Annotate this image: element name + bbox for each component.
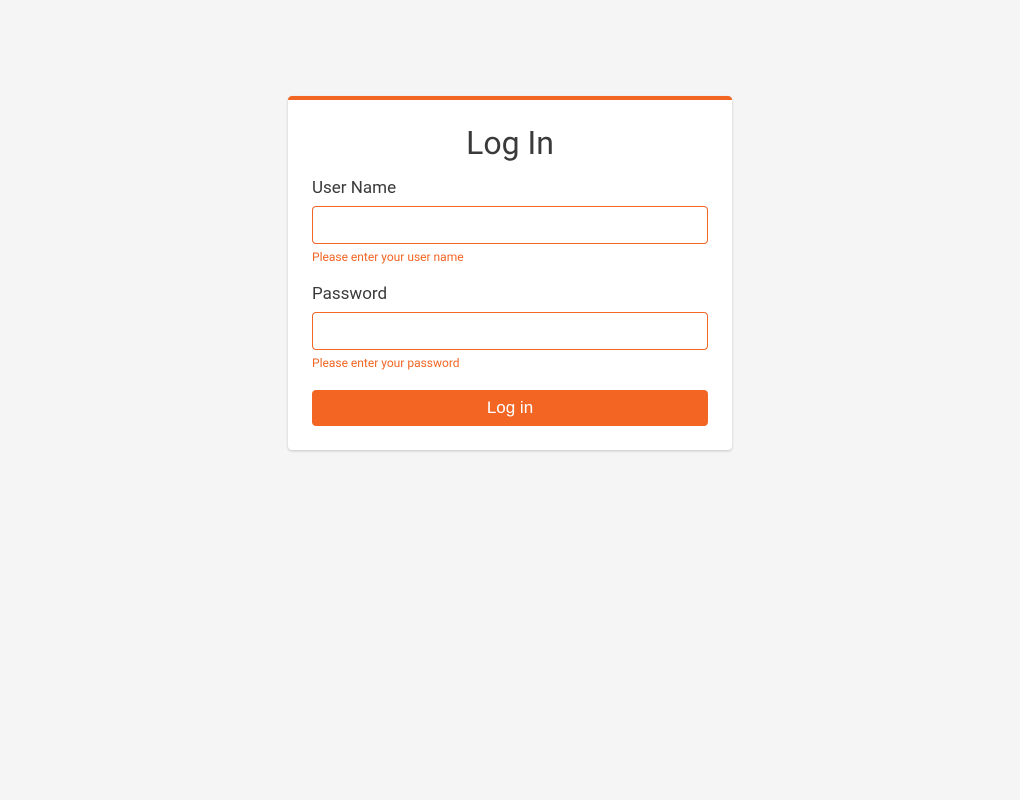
- password-group: Password Please enter your password: [312, 284, 708, 370]
- password-label: Password: [312, 284, 708, 304]
- password-input[interactable]: [312, 312, 708, 350]
- username-input[interactable]: [312, 206, 708, 244]
- login-button[interactable]: Log in: [312, 390, 708, 426]
- login-title: Log In: [312, 124, 708, 162]
- username-group: User Name Please enter your user name: [312, 178, 708, 264]
- password-error: Please enter your password: [312, 356, 708, 370]
- username-label: User Name: [312, 178, 708, 198]
- username-error: Please enter your user name: [312, 250, 708, 264]
- login-card: Log In User Name Please enter your user …: [288, 96, 732, 450]
